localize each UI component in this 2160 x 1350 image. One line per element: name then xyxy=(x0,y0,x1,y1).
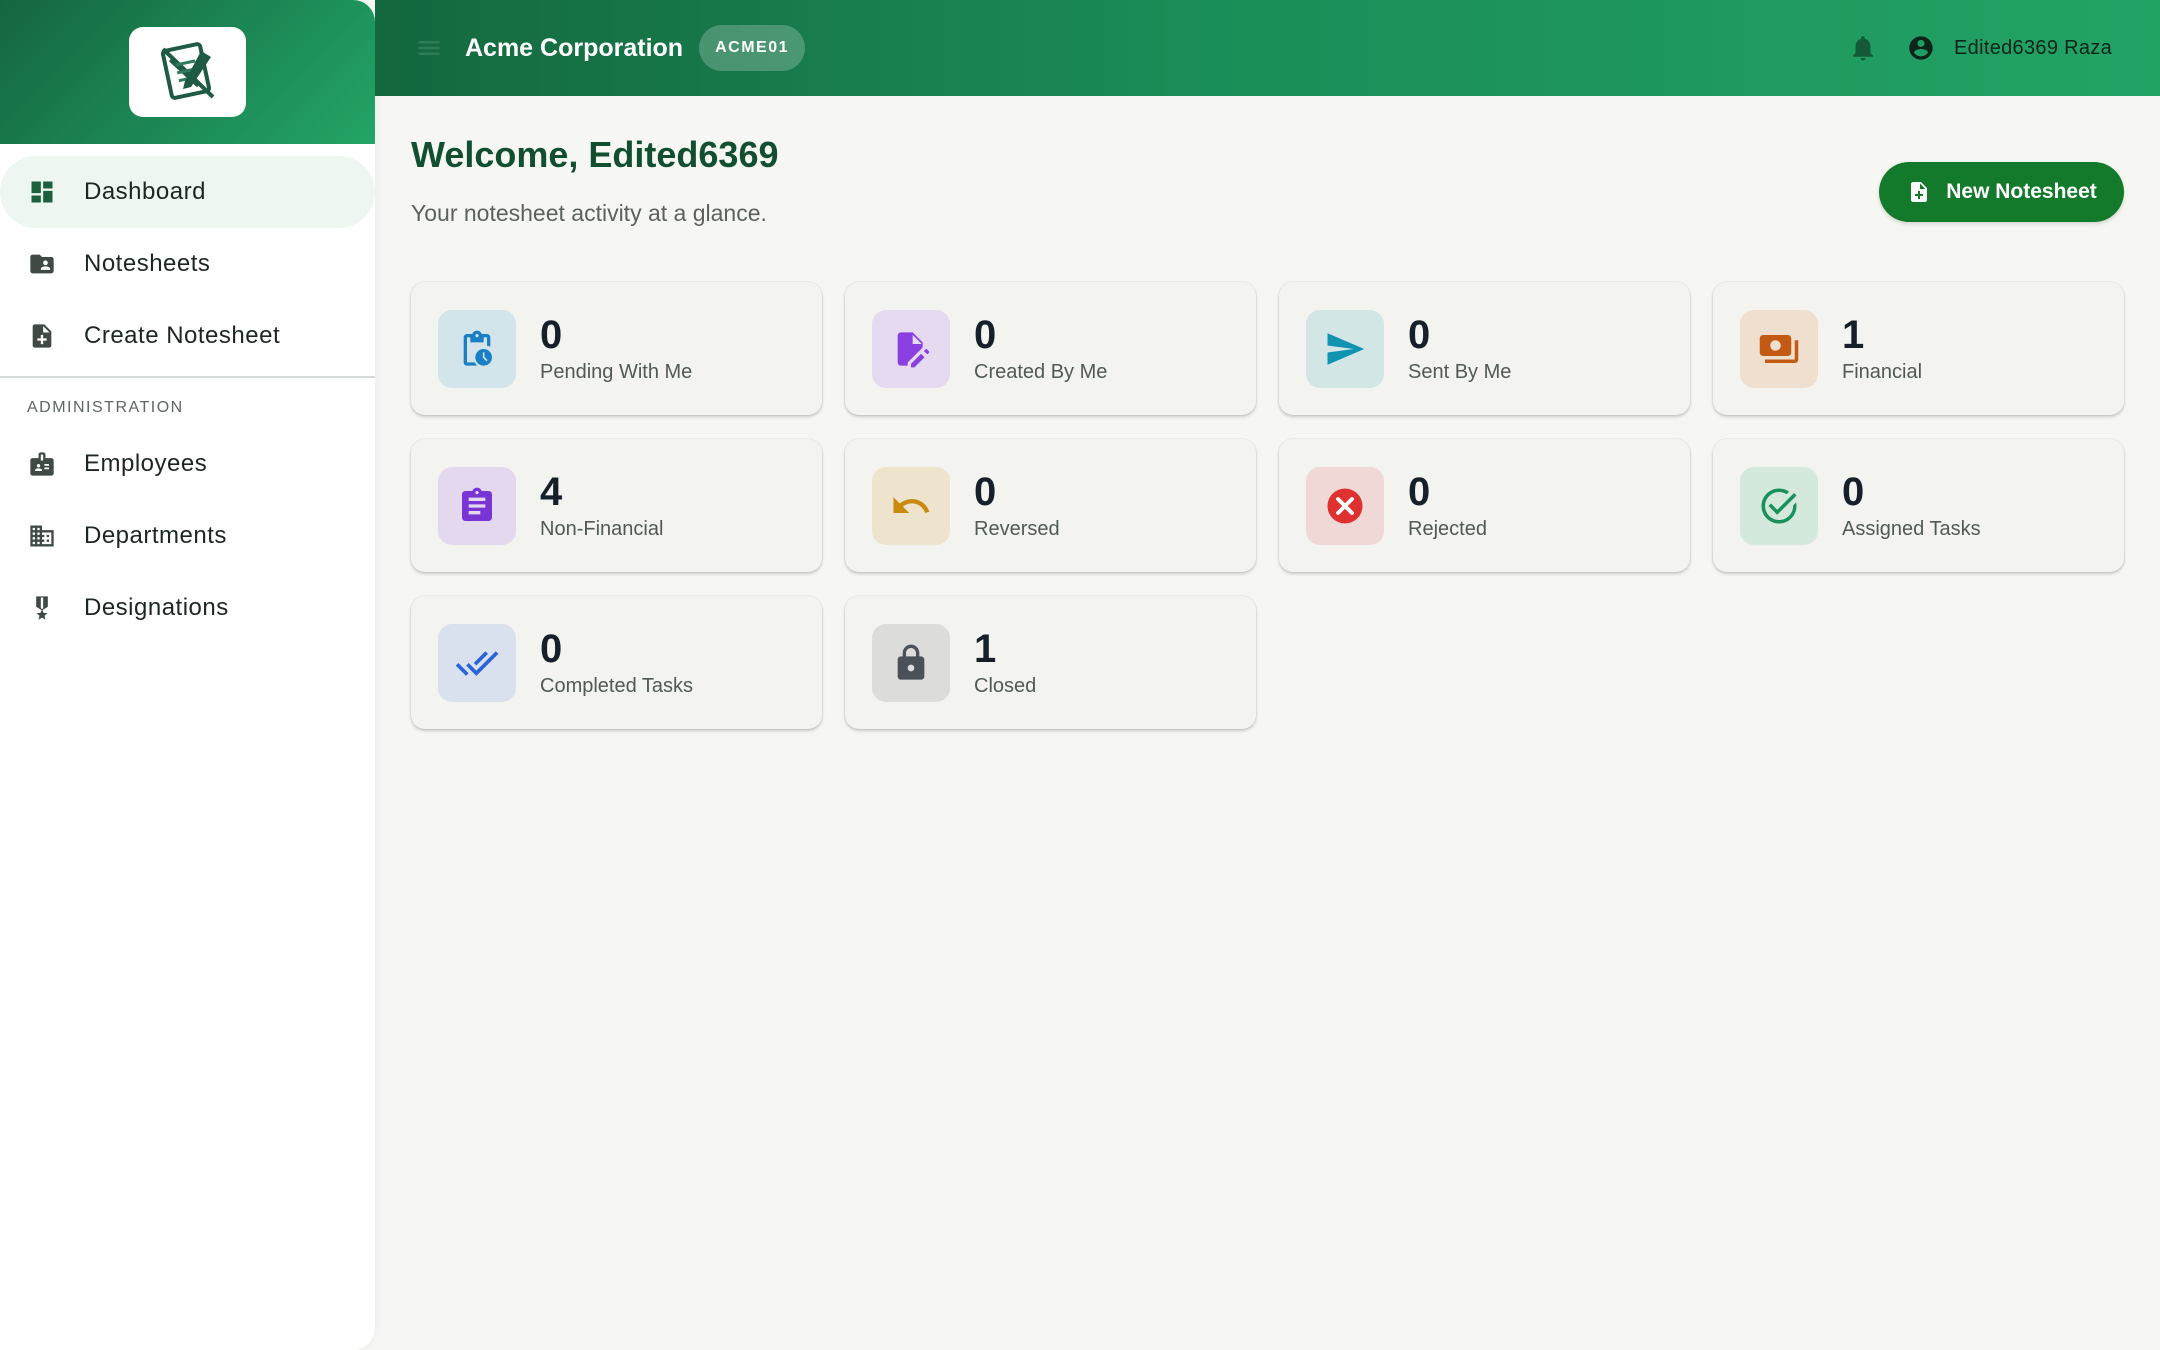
medal-icon xyxy=(27,593,57,623)
nav-divider xyxy=(0,376,375,378)
new-notesheet-button[interactable]: New Notesheet xyxy=(1879,162,2124,222)
stat-card-assigned-tasks[interactable]: 0 Assigned Tasks xyxy=(1713,439,2124,572)
sidebar-item-label: Departments xyxy=(84,522,227,549)
card-value: 4 xyxy=(540,470,563,514)
card-text: 1 Closed xyxy=(974,627,1036,698)
stat-card-reversed[interactable]: 0 Reversed xyxy=(845,439,1256,572)
cancel-icon xyxy=(1306,466,1384,545)
stat-card-sent-by-me[interactable]: 0 Sent By Me xyxy=(1279,282,1690,415)
card-label: Created By Me xyxy=(974,361,1108,383)
menu-icon[interactable] xyxy=(413,32,445,64)
card-label: Assigned Tasks xyxy=(1842,518,1981,540)
sidebar-item-label: Employees xyxy=(84,450,208,477)
card-text: 0 Assigned Tasks xyxy=(1842,470,1981,541)
card-value: 0 xyxy=(974,470,997,514)
sidebar-item-label: Designations xyxy=(84,594,229,621)
sidebar-item-label: Notesheets xyxy=(84,250,211,277)
note-add-icon xyxy=(27,321,57,351)
top-app-bar: Acme Corporation ACME01 Edited6369 Raza xyxy=(375,0,2160,96)
card-text: 0 Reversed xyxy=(974,470,1060,541)
card-text: 0 Rejected xyxy=(1408,470,1487,541)
sidebar-item-create-notesheet[interactable]: Create Notesheet xyxy=(0,300,373,372)
stat-card-closed[interactable]: 1 Closed xyxy=(845,596,1256,729)
card-label: Reversed xyxy=(974,518,1060,540)
file-edit-icon xyxy=(872,309,950,388)
card-text: 0 Sent By Me xyxy=(1408,313,1511,384)
sidebar-item-label: Dashboard xyxy=(84,178,206,205)
sidebar-item-dashboard[interactable]: Dashboard xyxy=(0,156,375,228)
card-label: Rejected xyxy=(1408,518,1487,540)
done-all-icon xyxy=(438,623,516,702)
stat-card-created-by-me[interactable]: 0 Created By Me xyxy=(845,282,1256,415)
check-circle-icon xyxy=(1740,466,1818,545)
note-add-icon xyxy=(1906,179,1932,205)
page-title: Welcome, Edited6369 xyxy=(411,134,779,175)
sidebar-item-designations[interactable]: Designations xyxy=(0,572,373,644)
card-label: Non-Financial xyxy=(540,518,664,540)
section-title-administration: ADMINISTRATION xyxy=(27,399,184,416)
card-value: 0 xyxy=(1408,470,1431,514)
app-logo[interactable] xyxy=(129,27,246,117)
sidebar-nav: Dashboard Notesheets Create Notesheet AD… xyxy=(0,144,375,644)
stat-card-completed-tasks[interactable]: 0 Completed Tasks xyxy=(411,596,822,729)
card-value: 0 xyxy=(540,313,563,357)
card-text: 4 Non-Financial xyxy=(540,470,663,541)
card-label: Sent By Me xyxy=(1408,361,1512,383)
account-circle-icon[interactable] xyxy=(1906,33,1936,63)
card-label: Completed Tasks xyxy=(540,675,694,697)
notesheet-logo-icon xyxy=(160,42,214,100)
undo-icon xyxy=(872,466,950,545)
dashboard-icon xyxy=(27,177,57,207)
card-value: 1 xyxy=(974,627,997,671)
sidebar-item-label: Create Notesheet xyxy=(84,322,281,349)
card-text: 0 Pending With Me xyxy=(540,313,692,384)
assignment-icon xyxy=(438,466,516,545)
notifications-icon[interactable] xyxy=(1846,31,1880,65)
card-text: 0 Created By Me xyxy=(974,313,1107,384)
sidebar-item-employees[interactable]: Employees xyxy=(0,428,373,500)
brand-header xyxy=(0,0,375,144)
card-value: 0 xyxy=(1842,470,1865,514)
stat-card-financial[interactable]: 1 Financial xyxy=(1713,282,2124,415)
card-value: 0 xyxy=(540,627,563,671)
organization-code-badge: ACME01 xyxy=(699,25,805,71)
sidebar: Dashboard Notesheets Create Notesheet AD… xyxy=(0,0,375,1350)
card-value: 1 xyxy=(1842,313,1865,357)
money-icon xyxy=(1740,309,1818,388)
clipboard-clock-icon xyxy=(438,309,516,388)
badge-icon xyxy=(27,449,57,479)
card-value: 0 xyxy=(974,313,997,357)
card-text: 0 Completed Tasks xyxy=(540,627,693,698)
building-icon xyxy=(27,521,57,551)
lock-icon xyxy=(872,623,950,702)
organization-name: Acme Corporation xyxy=(465,33,684,62)
header-actions: Edited6369 Raza xyxy=(1846,0,2112,96)
dashboard-main: Welcome, Edited6369 Your notesheet activ… xyxy=(375,96,2160,1350)
page-subtitle: Your notesheet activity at a glance. xyxy=(411,200,767,226)
stat-card-pending-with-me[interactable]: 0 Pending With Me xyxy=(411,282,822,415)
send-icon xyxy=(1306,309,1384,388)
card-text: 1 Financial xyxy=(1842,313,1922,384)
card-value: 0 xyxy=(1408,313,1431,357)
sidebar-item-notesheets[interactable]: Notesheets xyxy=(0,228,373,300)
card-label: Closed xyxy=(974,675,1037,697)
folder-user-icon xyxy=(27,249,57,279)
card-label: Pending With Me xyxy=(540,361,693,383)
stats-card-grid: 0 Pending With Me 0 Created By Me 0 Sent… xyxy=(411,282,2124,729)
user-name[interactable]: Edited6369 Raza xyxy=(1954,37,2112,60)
card-label: Financial xyxy=(1842,361,1923,383)
sidebar-item-departments[interactable]: Departments xyxy=(0,500,373,572)
new-notesheet-label: New Notesheet xyxy=(1946,180,2097,203)
stat-card-non-financial[interactable]: 4 Non-Financial xyxy=(411,439,822,572)
stat-card-rejected[interactable]: 0 Rejected xyxy=(1279,439,1690,572)
